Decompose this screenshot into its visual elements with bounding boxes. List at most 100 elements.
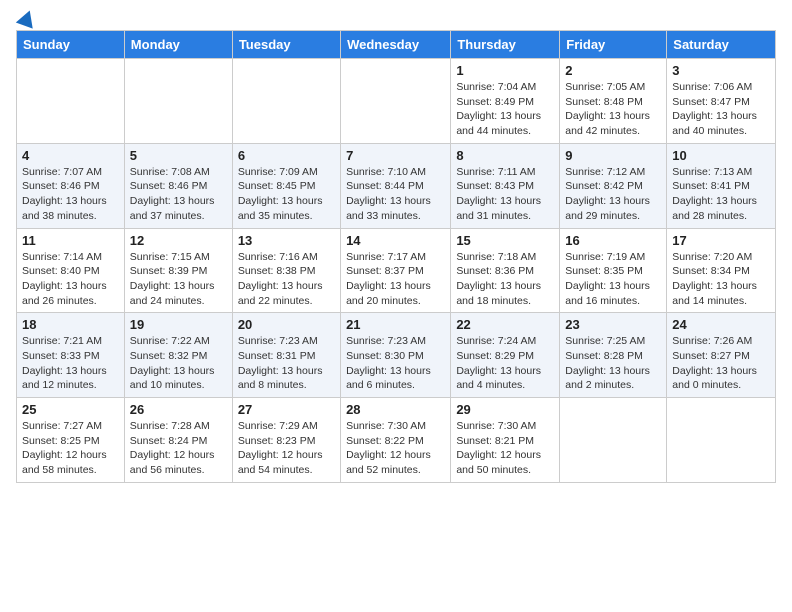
calendar-cell: 17 Sunrise: 7:20 AM Sunset: 8:34 PM Dayli… <box>667 228 776 313</box>
weekday-header-wednesday: Wednesday <box>341 31 451 59</box>
day-number: 1 <box>456 63 554 78</box>
calendar-cell <box>341 59 451 144</box>
calendar-table: SundayMondayTuesdayWednesdayThursdayFrid… <box>16 30 776 483</box>
day-info: Sunrise: 7:30 AM Sunset: 8:21 PM Dayligh… <box>456 419 554 478</box>
calendar-cell <box>17 59 125 144</box>
day-info: Sunrise: 7:09 AM Sunset: 8:45 PM Dayligh… <box>238 165 335 224</box>
day-info: Sunrise: 7:23 AM Sunset: 8:30 PM Dayligh… <box>346 334 445 393</box>
calendar-cell: 11 Sunrise: 7:14 AM Sunset: 8:40 PM Dayli… <box>17 228 125 313</box>
calendar-cell: 19 Sunrise: 7:22 AM Sunset: 8:32 PM Dayli… <box>124 313 232 398</box>
calendar-cell: 10Sunrise: 7:13 AM Sunset: 8:41 PM Dayli… <box>667 143 776 228</box>
day-info: Sunrise: 7:29 AM Sunset: 8:23 PM Dayligh… <box>238 419 335 478</box>
day-number: 26 <box>130 402 227 417</box>
day-info: Sunrise: 7:17 AM Sunset: 8:37 PM Dayligh… <box>346 250 445 309</box>
day-number: 15 <box>456 233 554 248</box>
day-number: 4 <box>22 148 119 163</box>
day-number: 28 <box>346 402 445 417</box>
day-number: 20 <box>238 317 335 332</box>
day-number: 18 <box>22 317 119 332</box>
calendar-cell: 16Sunrise: 7:19 AM Sunset: 8:35 PM Dayli… <box>560 228 667 313</box>
day-info: Sunrise: 7:11 AM Sunset: 8:43 PM Dayligh… <box>456 165 554 224</box>
calendar-cell <box>124 59 232 144</box>
calendar-cell <box>667 398 776 483</box>
day-number: 29 <box>456 402 554 417</box>
day-number: 12 <box>130 233 227 248</box>
day-info: Sunrise: 7:04 AM Sunset: 8:49 PM Dayligh… <box>456 80 554 139</box>
day-number: 11 <box>22 233 119 248</box>
calendar-cell: 15 Sunrise: 7:18 AM Sunset: 8:36 PM Dayli… <box>451 228 560 313</box>
weekday-header-friday: Friday <box>560 31 667 59</box>
calendar-cell: 20 Sunrise: 7:23 AM Sunset: 8:31 PM Dayli… <box>232 313 340 398</box>
calendar-cell: 13 Sunrise: 7:16 AM Sunset: 8:38 PM Dayli… <box>232 228 340 313</box>
calendar-cell: 1 Sunrise: 7:04 AM Sunset: 8:49 PM Daylig… <box>451 59 560 144</box>
day-info: Sunrise: 7:10 AM Sunset: 8:44 PM Dayligh… <box>346 165 445 224</box>
day-info: Sunrise: 7:18 AM Sunset: 8:36 PM Dayligh… <box>456 250 554 309</box>
calendar-cell: 3 Sunrise: 7:06 AM Sunset: 8:47 PM Daylig… <box>667 59 776 144</box>
calendar-cell: 24 Sunrise: 7:26 AM Sunset: 8:27 PM Dayli… <box>667 313 776 398</box>
day-info: Sunrise: 7:08 AM Sunset: 8:46 PM Dayligh… <box>130 165 227 224</box>
day-info: Sunrise: 7:06 AM Sunset: 8:47 PM Dayligh… <box>672 80 770 139</box>
day-number: 17 <box>672 233 770 248</box>
day-number: 5 <box>130 148 227 163</box>
day-number: 7 <box>346 148 445 163</box>
day-number: 13 <box>238 233 335 248</box>
calendar-cell: 23 Sunrise: 7:25 AM Sunset: 8:28 PM Dayli… <box>560 313 667 398</box>
day-info: Sunrise: 7:07 AM Sunset: 8:46 PM Dayligh… <box>22 165 119 224</box>
calendar-cell: 7 Sunrise: 7:10 AM Sunset: 8:44 PM Daylig… <box>341 143 451 228</box>
day-number: 19 <box>130 317 227 332</box>
calendar-cell: 29 Sunrise: 7:30 AM Sunset: 8:21 PM Dayli… <box>451 398 560 483</box>
calendar-cell: 6 Sunrise: 7:09 AM Sunset: 8:45 PM Daylig… <box>232 143 340 228</box>
day-info: Sunrise: 7:24 AM Sunset: 8:29 PM Dayligh… <box>456 334 554 393</box>
calendar-cell: 2Sunrise: 7:05 AM Sunset: 8:48 PM Daylig… <box>560 59 667 144</box>
day-info: Sunrise: 7:26 AM Sunset: 8:27 PM Dayligh… <box>672 334 770 393</box>
week-row-5: 25 Sunrise: 7:27 AM Sunset: 8:25 PM Dayli… <box>17 398 776 483</box>
day-number: 25 <box>22 402 119 417</box>
calendar-cell: 26Sunrise: 7:28 AM Sunset: 8:24 PM Dayli… <box>124 398 232 483</box>
week-row-2: 4 Sunrise: 7:07 AM Sunset: 8:46 PM Daylig… <box>17 143 776 228</box>
day-info: Sunrise: 7:23 AM Sunset: 8:31 PM Dayligh… <box>238 334 335 393</box>
weekday-header-thursday: Thursday <box>451 31 560 59</box>
calendar-cell <box>232 59 340 144</box>
header <box>16 16 776 22</box>
day-info: Sunrise: 7:19 AM Sunset: 8:35 PM Dayligh… <box>565 250 661 309</box>
day-info: Sunrise: 7:14 AM Sunset: 8:40 PM Dayligh… <box>22 250 119 309</box>
day-info: Sunrise: 7:21 AM Sunset: 8:33 PM Dayligh… <box>22 334 119 393</box>
day-number: 23 <box>565 317 661 332</box>
day-number: 24 <box>672 317 770 332</box>
calendar-cell: 5 Sunrise: 7:08 AM Sunset: 8:46 PM Daylig… <box>124 143 232 228</box>
calendar-cell: 12 Sunrise: 7:15 AM Sunset: 8:39 PM Dayli… <box>124 228 232 313</box>
calendar-cell: 25 Sunrise: 7:27 AM Sunset: 8:25 PM Dayli… <box>17 398 125 483</box>
calendar-cell: 14 Sunrise: 7:17 AM Sunset: 8:37 PM Dayli… <box>341 228 451 313</box>
weekday-header-monday: Monday <box>124 31 232 59</box>
calendar-cell: 21Sunrise: 7:23 AM Sunset: 8:30 PM Dayli… <box>341 313 451 398</box>
calendar-cell: 22 Sunrise: 7:24 AM Sunset: 8:29 PM Dayli… <box>451 313 560 398</box>
day-info: Sunrise: 7:20 AM Sunset: 8:34 PM Dayligh… <box>672 250 770 309</box>
weekday-header-saturday: Saturday <box>667 31 776 59</box>
calendar-cell: 9 Sunrise: 7:12 AM Sunset: 8:42 PM Daylig… <box>560 143 667 228</box>
day-number: 9 <box>565 148 661 163</box>
day-number: 10 <box>672 148 770 163</box>
day-number: 27 <box>238 402 335 417</box>
logo <box>16 16 36 22</box>
header-row: SundayMondayTuesdayWednesdayThursdayFrid… <box>17 31 776 59</box>
day-info: Sunrise: 7:16 AM Sunset: 8:38 PM Dayligh… <box>238 250 335 309</box>
calendar-cell <box>560 398 667 483</box>
day-number: 6 <box>238 148 335 163</box>
week-row-3: 11 Sunrise: 7:14 AM Sunset: 8:40 PM Dayli… <box>17 228 776 313</box>
day-number: 14 <box>346 233 445 248</box>
day-number: 2 <box>565 63 661 78</box>
calendar-cell: 8 Sunrise: 7:11 AM Sunset: 8:43 PM Daylig… <box>451 143 560 228</box>
day-info: Sunrise: 7:25 AM Sunset: 8:28 PM Dayligh… <box>565 334 661 393</box>
weekday-header-sunday: Sunday <box>17 31 125 59</box>
day-number: 8 <box>456 148 554 163</box>
day-info: Sunrise: 7:12 AM Sunset: 8:42 PM Dayligh… <box>565 165 661 224</box>
week-row-4: 18 Sunrise: 7:21 AM Sunset: 8:33 PM Dayli… <box>17 313 776 398</box>
calendar-cell: 4 Sunrise: 7:07 AM Sunset: 8:46 PM Daylig… <box>17 143 125 228</box>
day-number: 3 <box>672 63 770 78</box>
day-info: Sunrise: 7:27 AM Sunset: 8:25 PM Dayligh… <box>22 419 119 478</box>
logo-triangle-icon <box>16 7 38 28</box>
day-number: 22 <box>456 317 554 332</box>
day-info: Sunrise: 7:15 AM Sunset: 8:39 PM Dayligh… <box>130 250 227 309</box>
day-info: Sunrise: 7:30 AM Sunset: 8:22 PM Dayligh… <box>346 419 445 478</box>
day-info: Sunrise: 7:22 AM Sunset: 8:32 PM Dayligh… <box>130 334 227 393</box>
